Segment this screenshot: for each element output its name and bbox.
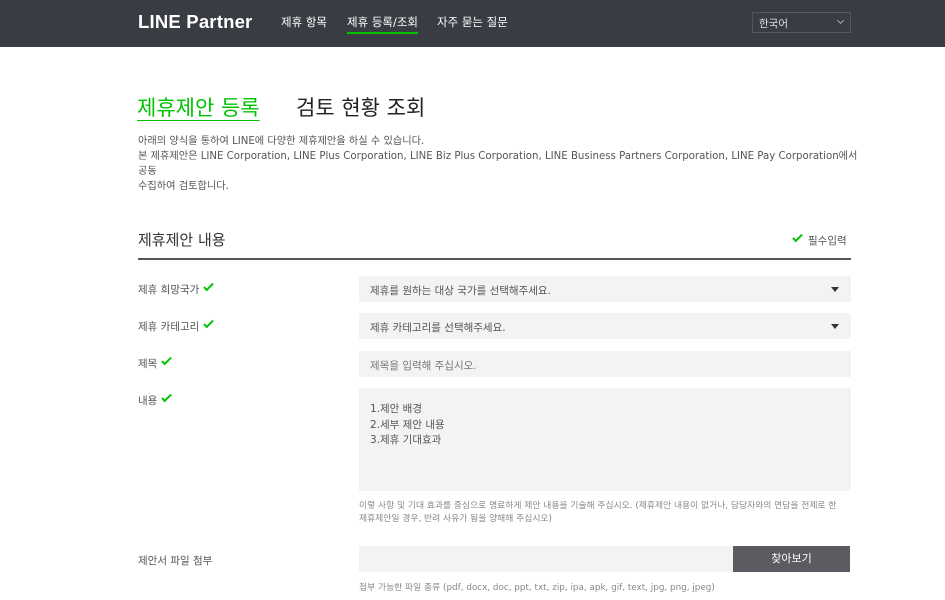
file-path-input[interactable] xyxy=(359,546,733,572)
category-label-text: 제휴 카테고리 xyxy=(138,321,200,333)
category-label: 제휴 카테고리 xyxy=(138,317,215,334)
description-line-3: 수집하여 검토합니다. xyxy=(138,181,229,192)
chevron-down-icon xyxy=(836,16,845,25)
content-line-1: 1.제안 배경 xyxy=(370,403,422,415)
section-divider xyxy=(138,258,851,260)
subject-label: 제목 xyxy=(138,354,173,371)
page-description: 아래의 양식을 통하여 LINE에 다양한 제휴제안을 하실 수 있습니다. 본… xyxy=(138,134,858,194)
content-line-3: 3.제휴 기대효과 xyxy=(370,434,442,446)
check-icon xyxy=(792,231,803,243)
check-icon xyxy=(161,354,173,366)
browse-button[interactable]: 찾아보기 xyxy=(733,546,850,572)
nav-register-inquiry[interactable]: 제휴 등록/조회 xyxy=(347,14,419,34)
content-help-text: 이렇 사항 및 기대 효과를 중심으로 명료하게 제안 내용을 기술해 주십시오… xyxy=(359,500,849,526)
content-help-line-1: 이렇 사항 및 기대 효과를 중심으로 명료하게 제안 내용을 기술해 주십시오… xyxy=(359,501,837,511)
dropdown-arrow-icon xyxy=(831,324,839,329)
check-icon xyxy=(203,280,215,292)
language-select[interactable]: 한국어 xyxy=(752,12,851,33)
check-icon xyxy=(203,317,215,329)
category-select[interactable]: 제휴 카테고리를 선택해주세요. xyxy=(359,313,851,339)
content-textarea[interactable]: 1.제안 배경 2.세부 제안 내용 3.제휴 기대효과 xyxy=(359,388,851,491)
section-title: 제휴제안 내용 xyxy=(138,231,226,249)
country-select[interactable]: 제휴를 원하는 대상 국가를 선택해주세요. xyxy=(359,276,851,302)
tab-register-proposal[interactable]: 제휴제안 등록 xyxy=(137,92,260,122)
description-line-2: 본 제휴제안은 LINE Corporation, LINE Plus Corp… xyxy=(138,151,858,177)
subject-label-text: 제목 xyxy=(138,358,158,370)
file-types-help: 첨부 가능한 파일 종류 (pdf, docx, doc, ppt, txt, … xyxy=(359,583,715,593)
tab-review-status[interactable]: 검토 현황 조회 xyxy=(296,92,425,122)
country-select-placeholder: 제휴를 원하는 대상 국가를 선택해주세요. xyxy=(370,285,551,297)
category-select-placeholder: 제휴 카테고리를 선택해주세요. xyxy=(370,322,506,334)
description-line-1: 아래의 양식을 통하여 LINE에 다양한 제휴제안을 하실 수 있습니다. xyxy=(138,136,425,147)
required-note-label: 필수입력 xyxy=(808,235,847,247)
country-label-text: 제휴 희망국가 xyxy=(138,284,200,296)
attachment-label: 제안서 파일 첨부 xyxy=(138,555,213,567)
top-header: LINE Partner 제휴 항목 제휴 등록/조회 자주 묻는 질문 한국어 xyxy=(0,0,945,47)
language-value: 한국어 xyxy=(759,18,788,30)
line-partner-logo[interactable]: LINE Partner xyxy=(138,11,252,33)
nav-faq[interactable]: 자주 묻는 질문 xyxy=(437,14,508,30)
nav-partnership-items[interactable]: 제휴 항목 xyxy=(281,14,327,30)
content-line-2: 2.세부 제안 내용 xyxy=(370,418,445,431)
content-label: 내용 xyxy=(138,391,173,408)
subject-input[interactable]: 제목을 입력해 주십시오. xyxy=(359,351,851,377)
required-note: 필수입력 xyxy=(792,231,847,248)
country-label: 제휴 희망국가 xyxy=(138,280,215,297)
content-label-text: 내용 xyxy=(138,395,158,407)
dropdown-arrow-icon xyxy=(831,287,839,292)
content-help-line-2: 제휴제안일 경우, 반려 사유가 됨을 양해해 주십시오) xyxy=(359,514,552,524)
check-icon xyxy=(161,391,173,403)
